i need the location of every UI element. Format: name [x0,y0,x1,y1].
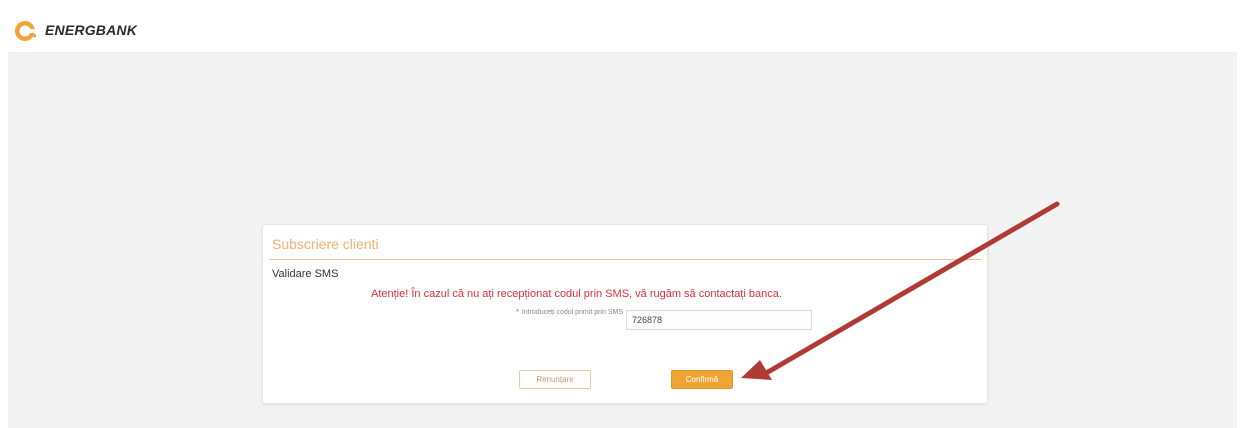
sms-code-input[interactable] [626,310,812,330]
title-divider [270,259,982,260]
sms-validation-panel: Subscriere clienti Validare SMS Atenție!… [262,224,988,404]
cancel-button[interactable]: Renunțare [519,370,591,389]
confirm-button[interactable]: Confirmă [671,370,733,389]
brand-name: ENERGBANK [45,22,138,38]
energbank-logo-icon [15,21,36,41]
section-label: Validare SMS [272,268,339,280]
panel-title: Subscriere clienti [272,236,379,252]
warning-message: Atenție! În cazul că nu ați recepționat … [371,288,782,300]
sms-code-label-text: Introduceți codul primit prin SMS [521,309,623,316]
required-mark: * [516,309,519,316]
top-header: ENERGBANK [8,8,1237,53]
sms-code-label: * Introduceți codul primit prin SMS [463,309,623,316]
